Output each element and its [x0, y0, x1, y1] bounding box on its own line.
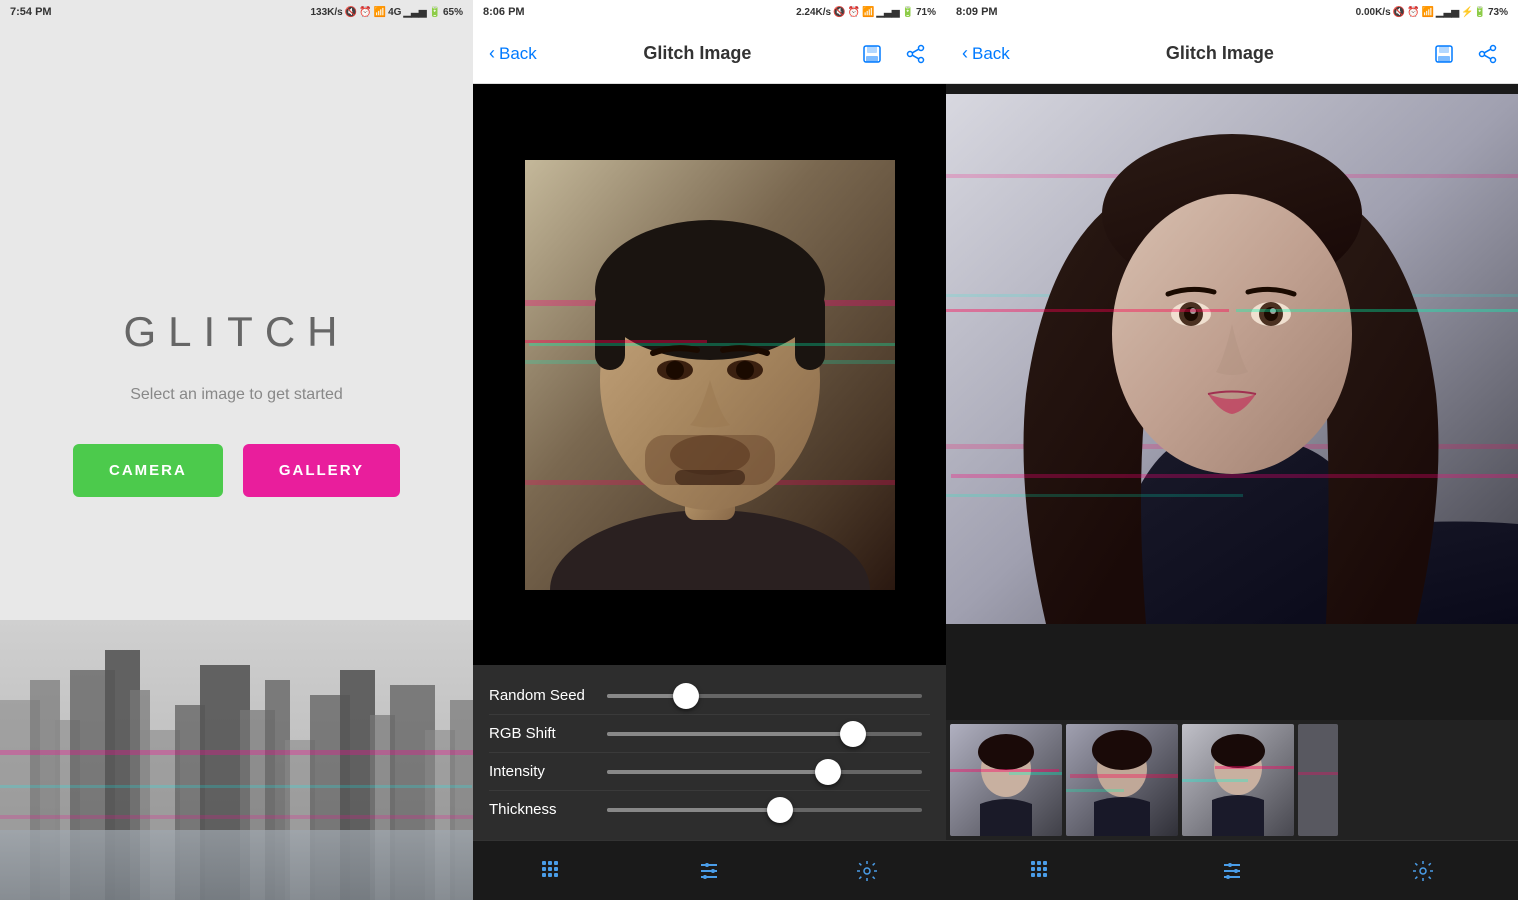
random-seed-track[interactable]	[607, 694, 922, 698]
editor2-grid-icon[interactable]	[1021, 851, 1061, 891]
intensity-label: Intensity	[489, 763, 599, 780]
editor2-back-chevron-icon[interactable]: ‹	[962, 43, 968, 64]
editor2-bottom-toolbar	[946, 840, 1518, 900]
editor1-controls: Random Seed RGB Shift Intensity Thicknes…	[473, 665, 946, 840]
editor-panel-2: 8:09 PM 0.00K/s 🔇 ⏰ 📶 ▁▃▅ ⚡🔋 73% ‹ Back …	[946, 0, 1518, 900]
random-seed-thumb[interactable]	[673, 683, 699, 709]
editor2-image-area	[946, 84, 1518, 720]
rgb-shift-fill	[607, 732, 853, 736]
editor2-back-label[interactable]: Back	[972, 44, 1010, 64]
editor1-image-area	[473, 84, 946, 665]
battery-percent: 65%	[443, 7, 463, 18]
intensity-track[interactable]	[607, 770, 922, 774]
thickness-label: Thickness	[489, 801, 599, 818]
home-content: GLITCH Select an image to get started CA…	[0, 24, 473, 900]
intensity-row: Intensity	[489, 753, 930, 791]
editor1-portrait	[473, 84, 946, 665]
network-type-icon: 4G	[388, 7, 401, 18]
editor2-back-area[interactable]: ‹ Back	[962, 43, 1010, 64]
sliders-icon[interactable]	[689, 851, 729, 891]
app-title: GLITCH	[123, 308, 349, 356]
editor-panel-1: 8:06 PM 2.24K/s 🔇 ⏰ 📶 ▁▃▅ 🔋 71% ‹ Back G…	[473, 0, 946, 900]
editor2-actions	[1430, 40, 1502, 68]
editor1-top-bar: ‹ Back Glitch Image	[473, 24, 946, 84]
thumbnail-1[interactable]	[950, 724, 1062, 836]
thickness-thumb[interactable]	[767, 797, 793, 823]
editor1-share-icon[interactable]	[902, 40, 930, 68]
editor2-wifi-icon: 📶	[1422, 7, 1434, 18]
home-subtitle: Select an image to get started	[130, 386, 343, 404]
editor2-alarm-icon: ⏰	[1407, 7, 1419, 18]
intensity-fill	[607, 770, 828, 774]
editor1-signal-icon: ▁▃▅	[876, 7, 899, 18]
random-seed-label: Random Seed	[489, 687, 599, 704]
editor2-top-bar: ‹ Back Glitch Image	[946, 24, 1518, 84]
alarm-icon: ⏰	[359, 7, 371, 18]
signal2-icon: ▁▃▅	[403, 7, 426, 18]
editor2-signal-icon: ▁▃▅	[1436, 7, 1459, 18]
editor2-network-speed: 0.00K/s	[1356, 7, 1391, 18]
action-buttons: CAMERA GALLERY	[73, 444, 400, 497]
home-status-bar: 7:54 PM 133K/s 🔇 ⏰ 📶 4G ▁▃▅ 🔋 65%	[0, 0, 473, 24]
editor1-battery-percent: 71%	[916, 7, 936, 18]
editor1-back-label[interactable]: Back	[499, 44, 537, 64]
home-time: 7:54 PM	[10, 6, 52, 18]
grid-icon[interactable]	[532, 851, 572, 891]
female-portrait-svg	[946, 94, 1518, 624]
thickness-fill	[607, 808, 780, 812]
editor1-back-area[interactable]: ‹ Back	[489, 43, 537, 64]
thumbnails-strip	[946, 720, 1518, 840]
gallery-button[interactable]: GALLERY	[243, 444, 400, 497]
editor2-status-bar: 8:09 PM 0.00K/s 🔇 ⏰ 📶 ▁▃▅ ⚡🔋 73%	[946, 0, 1518, 24]
home-panel: 7:54 PM 133K/s 🔇 ⏰ 📶 4G ▁▃▅ 🔋 65% GLITCH…	[0, 0, 473, 900]
editor1-wifi-icon: 📶	[862, 7, 874, 18]
rgb-shift-thumb[interactable]	[840, 721, 866, 747]
editor2-battery-icon: ⚡🔋	[1461, 7, 1486, 18]
rgb-shift-row: RGB Shift	[489, 715, 930, 753]
editor2-battery-percent: 73%	[1488, 7, 1508, 18]
editor2-sliders-icon[interactable]	[1212, 851, 1252, 891]
male-portrait-svg	[525, 160, 895, 590]
thumbnail-2[interactable]	[1066, 724, 1178, 836]
editor1-battery-icon: 🔋	[902, 7, 914, 18]
editor1-back-chevron-icon[interactable]: ‹	[489, 43, 495, 64]
battery-icon: 🔋	[429, 7, 441, 18]
editor1-network-speed: 2.24K/s	[796, 7, 831, 18]
thickness-row: Thickness	[489, 791, 930, 828]
editor1-status-icons: 2.24K/s 🔇 ⏰ 📶 ▁▃▅ 🔋 71%	[796, 7, 936, 18]
random-seed-row: Random Seed	[489, 677, 930, 715]
editor2-mute-icon: 🔇	[1393, 7, 1405, 18]
mute-icon: 🔇	[345, 7, 357, 18]
editor2-save-icon[interactable]	[1430, 40, 1458, 68]
thickness-track[interactable]	[607, 808, 922, 812]
editor1-mute-icon: 🔇	[833, 7, 845, 18]
rgb-shift-track[interactable]	[607, 732, 922, 736]
editor2-title: Glitch Image	[1166, 43, 1274, 64]
editor1-time: 8:06 PM	[483, 6, 525, 18]
editor1-title: Glitch Image	[643, 43, 751, 64]
network-speed: 133K/s	[311, 7, 343, 18]
editor2-share-icon[interactable]	[1474, 40, 1502, 68]
editor1-alarm-icon: ⏰	[848, 7, 860, 18]
editor2-time: 8:09 PM	[956, 6, 998, 18]
editor1-status-bar: 8:06 PM 2.24K/s 🔇 ⏰ 📶 ▁▃▅ 🔋 71%	[473, 0, 946, 24]
settings-icon[interactable]	[847, 851, 887, 891]
editor1-save-icon[interactable]	[858, 40, 886, 68]
thumbnail-3[interactable]	[1182, 724, 1294, 836]
editor1-actions	[858, 40, 930, 68]
editor1-bottom-toolbar	[473, 840, 946, 900]
rgb-shift-label: RGB Shift	[489, 725, 599, 742]
editor2-settings-icon[interactable]	[1403, 851, 1443, 891]
signal-icon: 📶	[374, 7, 386, 18]
home-status-icons: 133K/s 🔇 ⏰ 📶 4G ▁▃▅ 🔋 65%	[311, 7, 464, 18]
intensity-thumb[interactable]	[815, 759, 841, 785]
thumbnail-4-partial[interactable]	[1298, 724, 1338, 836]
editor2-status-icons: 0.00K/s 🔇 ⏰ 📶 ▁▃▅ ⚡🔋 73%	[1356, 7, 1508, 18]
camera-button[interactable]: CAMERA	[73, 444, 223, 497]
